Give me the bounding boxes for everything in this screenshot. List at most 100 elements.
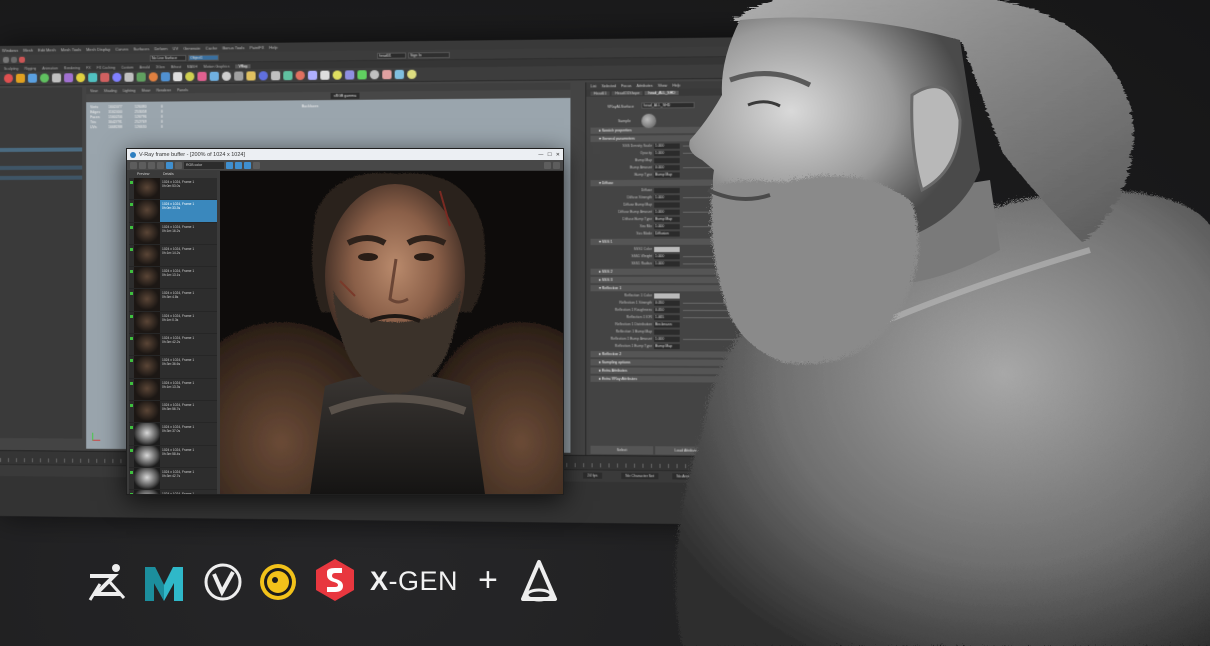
viewport-menu-lighting[interactable]: Lighting	[123, 88, 135, 92]
history-item[interactable]: 1024 x 1024, Frame 1 0h:3m:42.7s	[129, 468, 217, 490]
menu-item-mesh[interactable]: Mesh	[23, 48, 33, 53]
history-item[interactable]: 1024 x 1024, Frame 1 0h:1m:14.2s	[129, 245, 217, 267]
shelf-tool-icon[interactable]	[28, 74, 37, 83]
minimize-icon[interactable]: —	[538, 152, 543, 158]
outliner-item[interactable]	[0, 147, 82, 152]
shelf-tool-icon[interactable]	[333, 70, 342, 79]
close-icon[interactable]: ✕	[556, 152, 560, 158]
viewport-menu-panels[interactable]: Panels	[177, 88, 188, 92]
history-item[interactable]: 1024 x 1024, Frame 1 0h:3m:42.2s	[129, 334, 217, 356]
workspace-field[interactable]: head01	[377, 52, 406, 58]
shelf-tab-bifrost[interactable]: Bifrost	[171, 65, 181, 69]
shelf-tool-icon[interactable]	[173, 72, 182, 81]
shelf-tool-icon[interactable]	[407, 70, 416, 79]
shelf-tool-icon[interactable]	[112, 73, 121, 82]
layers-icon[interactable]	[148, 162, 155, 169]
outliner-item[interactable]	[0, 176, 82, 180]
shelf-tool-icon[interactable]	[296, 71, 305, 80]
region-icon[interactable]	[175, 162, 182, 169]
shelf-tool-icon[interactable]	[210, 72, 219, 81]
sign-in-button[interactable]: Sign In	[408, 51, 450, 58]
shelf-tab-sculpting[interactable]: Sculpting	[4, 66, 18, 70]
shelf-tool-icon[interactable]	[308, 71, 317, 80]
menu-item-windows[interactable]: Windows	[2, 48, 18, 53]
shelf-tool-icon[interactable]	[64, 73, 73, 82]
shelf-tool-icon[interactable]	[197, 72, 206, 81]
shelf-tab-arnold[interactable]: Arnold	[139, 65, 149, 69]
shelf-tool-icon[interactable]	[222, 72, 231, 81]
shelf-tab-xgen[interactable]: XGen	[156, 65, 165, 69]
history-item[interactable]: 1024 x 1024, Frame 1 0h:1m:16.2s	[129, 223, 217, 245]
shelf-tool-icon[interactable]	[345, 70, 354, 79]
red-channel-icon[interactable]	[226, 162, 233, 169]
shelf-tool-icon[interactable]	[16, 74, 25, 83]
color-space-field[interactable]: sRGB gamma	[331, 93, 360, 99]
maximize-icon[interactable]: ☐	[547, 152, 551, 158]
menu-item-curves[interactable]: Curves	[115, 47, 128, 52]
history-item[interactable]: 1024 x 1024, Frame 1 0h:1m:13.1s	[129, 267, 217, 289]
shelf-tab-custom[interactable]: Custom	[121, 65, 133, 69]
save-icon[interactable]	[11, 56, 17, 62]
object-field[interactable]: Object1	[188, 54, 219, 60]
history-item[interactable]: 1024 x 1024, Frame 1 0h:1m:0.3s	[129, 312, 217, 334]
shelf-tool-icon[interactable]	[137, 72, 146, 81]
blue-channel-icon[interactable]	[244, 162, 251, 169]
ae-menu-selected[interactable]: Selected	[602, 84, 616, 88]
shelf-tool-icon[interactable]	[283, 71, 292, 80]
history-item[interactable]: 1024 x 1024, Frame 1 0h:3m:37.0s	[129, 423, 217, 445]
compare-icon[interactable]	[157, 162, 164, 169]
shelf-tab-fx[interactable]: FX	[86, 66, 91, 70]
channel-select[interactable]: RGB color	[184, 162, 224, 169]
shelf-tool-icon[interactable]	[52, 73, 61, 82]
viewport-menu-renderer[interactable]: Renderer	[156, 88, 171, 92]
ae-menu-list[interactable]: List	[591, 84, 597, 88]
shelf-tool-icon[interactable]	[124, 73, 133, 82]
alpha-channel-icon[interactable]	[253, 162, 260, 169]
lens-fx-icon[interactable]	[544, 162, 551, 169]
ae-tab[interactable]: Head01	[591, 91, 610, 95]
render-view[interactable]	[220, 171, 563, 494]
menu-item-mesh-display[interactable]: Mesh Display	[86, 47, 110, 52]
shelf-tool-icon[interactable]	[370, 70, 379, 79]
shelf-tool-icon[interactable]	[88, 73, 97, 82]
shelf-tool-icon[interactable]	[357, 70, 366, 79]
menu-item-help[interactable]: Help	[269, 45, 277, 50]
history-item[interactable]: 1024 x 1024, Frame 1 0h:0m:53.0s	[129, 178, 217, 200]
viewport-menu-view[interactable]: View	[90, 89, 98, 93]
history-item[interactable]: 1024 x 1024, Frame 1 0h:3m:58.4s	[129, 446, 217, 468]
character-set-field[interactable]: No Character Set	[621, 473, 658, 480]
history-icon[interactable]	[139, 162, 146, 169]
viewport-menu-show[interactable]: Show	[141, 88, 150, 92]
history-item[interactable]: 1024 x 1024, Frame 1 0h:0m:33.3s	[129, 200, 217, 222]
shelf-tool-icon[interactable]	[161, 72, 170, 81]
menu-item-bonus-tools[interactable]: Bonus Tools	[222, 45, 244, 50]
menu-item-deform[interactable]: Deform	[154, 46, 167, 51]
undo-icon[interactable]	[19, 56, 25, 62]
ae-button-select[interactable]: Select	[591, 446, 654, 455]
menu-item-paintfx[interactable]: PaintFX	[250, 45, 265, 50]
history-item[interactable]: 1024 x 1024, Frame 1 0h:3m:36.6s	[129, 356, 217, 378]
shelf-tool-icon[interactable]	[395, 70, 404, 79]
shelf-tab-vray[interactable]: VRay	[236, 64, 251, 68]
shelf-tab-mash[interactable]: MASH	[187, 64, 197, 68]
save-image-icon[interactable]	[130, 162, 137, 169]
shelf-tab-fx-caching[interactable]: FX Caching	[97, 65, 115, 69]
viewport-menu-shading[interactable]: Shading	[104, 88, 117, 92]
shelf-tool-icon[interactable]	[234, 71, 243, 80]
ae-tab[interactable]: HeadO1Shape	[612, 91, 643, 95]
shelf-tool-icon[interactable]	[271, 71, 280, 80]
shelf-tool-icon[interactable]	[4, 74, 13, 83]
shelf-tool-icon[interactable]	[149, 72, 158, 81]
outliner-item[interactable]	[0, 166, 82, 170]
history-item[interactable]: 1024 x 1024, Frame 1 0h:1m:13.3s	[129, 379, 217, 401]
shelf-tool-icon[interactable]	[76, 73, 85, 82]
file-icon[interactable]	[3, 56, 9, 62]
live-surface-field[interactable]: No Live Surface	[150, 54, 187, 60]
ae-menu-attributes[interactable]: Attributes	[637, 83, 653, 87]
shelf-tab-rigging[interactable]: Rigging	[24, 66, 36, 70]
menu-item-mesh-tools[interactable]: Mesh Tools	[61, 47, 81, 52]
shelf-tab-animation[interactable]: Animation	[42, 66, 58, 70]
shelf-tool-icon[interactable]	[185, 72, 194, 81]
shelf-tool-icon[interactable]	[100, 73, 109, 82]
history-item[interactable]: 1024 x 1024, Frame 1 0h:3m:4.8s	[129, 289, 217, 311]
